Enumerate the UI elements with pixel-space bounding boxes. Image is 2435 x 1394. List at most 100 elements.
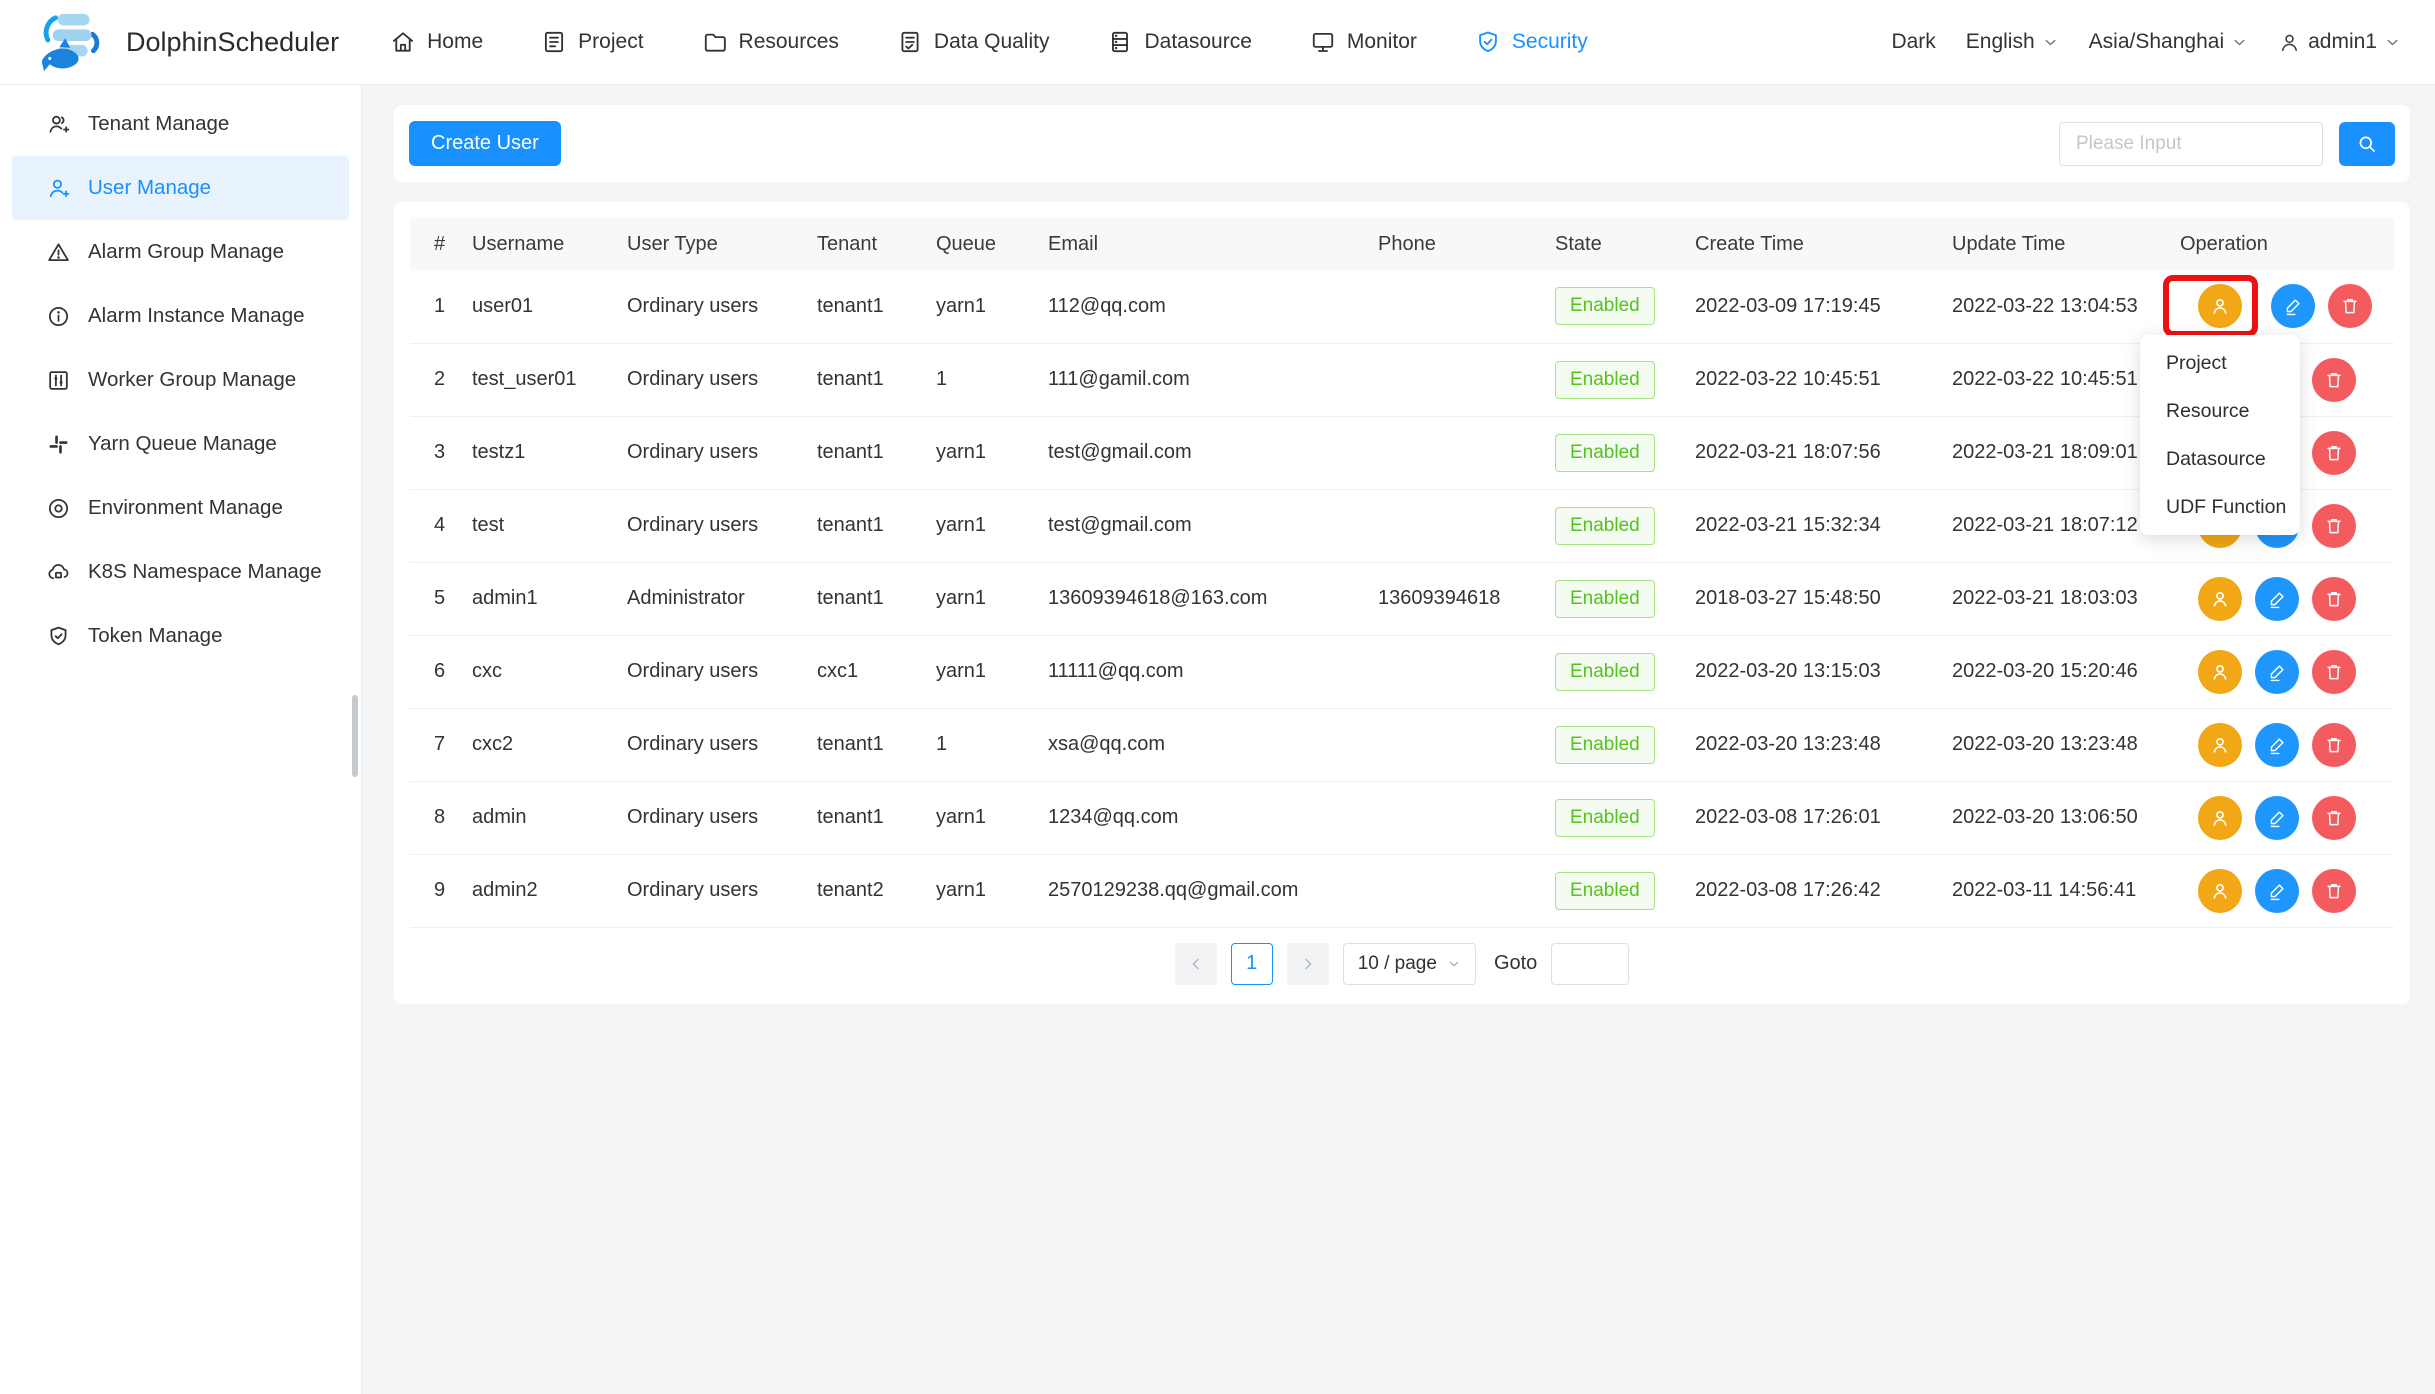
cell-phone xyxy=(1364,781,1541,854)
status-badge: Enabled xyxy=(1555,507,1655,545)
worker-group-icon xyxy=(46,368,71,393)
create-user-button[interactable]: Create User xyxy=(409,121,561,166)
theme-toggle[interactable]: Dark xyxy=(1891,30,1935,54)
menu-item-udf-function[interactable]: UDF Function xyxy=(2140,483,2300,531)
col-user-type: User Type xyxy=(613,218,803,270)
search-button[interactable] xyxy=(2339,122,2395,166)
cell-queue: 1 xyxy=(922,708,1034,781)
cell-user-type: Ordinary users xyxy=(613,854,803,927)
status-badge: Enabled xyxy=(1555,361,1655,399)
col-phone: Phone xyxy=(1364,218,1541,270)
authorize-user-button[interactable] xyxy=(2198,723,2242,767)
authorize-user-button[interactable] xyxy=(2198,577,2242,621)
search-input[interactable] xyxy=(2059,122,2323,166)
cell-update-time: 2022-03-21 18:07:12 xyxy=(1938,489,2166,562)
cell-create-time: 2022-03-08 17:26:42 xyxy=(1681,854,1938,927)
chevron-right-icon xyxy=(1299,955,1317,973)
edit-user-button[interactable] xyxy=(2255,577,2299,621)
sidebar-scrollbar-thumb[interactable] xyxy=(352,695,358,777)
menu-item-project[interactable]: Project xyxy=(2140,339,2300,387)
sidebar-item-worker-group-manage[interactable]: Worker Group Manage xyxy=(12,348,349,412)
delete-user-button[interactable] xyxy=(2312,650,2356,694)
timezone-label: Asia/Shanghai xyxy=(2089,30,2224,54)
sidebar-item-tenant-manage[interactable]: Tenant Manage xyxy=(12,92,349,156)
cell-create-time: 2022-03-09 17:19:45 xyxy=(1681,270,1938,343)
table-row: 2 test_user01 Ordinary users tenant1 1 1… xyxy=(410,343,2394,416)
timezone-select[interactable]: Asia/Shanghai xyxy=(2089,30,2248,54)
status-badge: Enabled xyxy=(1555,434,1655,472)
cell-email: 1234@qq.com xyxy=(1034,781,1364,854)
cell-index: 4 xyxy=(410,489,458,562)
cell-create-time: 2022-03-21 15:32:34 xyxy=(1681,489,1938,562)
sidebar-item-label: User Manage xyxy=(88,176,211,200)
cell-create-time: 2022-03-21 18:07:56 xyxy=(1681,416,1938,489)
language-select[interactable]: English xyxy=(1966,30,2059,54)
delete-user-button[interactable] xyxy=(2312,869,2356,913)
cell-tenant: tenant1 xyxy=(803,270,922,343)
delete-user-button[interactable] xyxy=(2312,504,2356,548)
cell-phone xyxy=(1364,854,1541,927)
user-menu[interactable]: admin1 xyxy=(2278,30,2401,54)
delete-user-button[interactable] xyxy=(2312,358,2356,402)
topnav-menu: Home Project Resources Data Quality Data… xyxy=(361,0,1617,85)
delete-user-button[interactable] xyxy=(2328,284,2372,328)
page-number-1[interactable]: 1 xyxy=(1231,943,1273,985)
delete-user-button[interactable] xyxy=(2312,723,2356,767)
sidebar-item-environment-manage[interactable]: Environment Manage xyxy=(12,476,349,540)
cell-operation xyxy=(2166,708,2394,781)
nav-item-project[interactable]: Project xyxy=(512,0,672,85)
nav-item-label: Datasource xyxy=(1144,30,1251,54)
sidebar-item-alarm-group-manage[interactable]: Alarm Group Manage xyxy=(12,220,349,284)
authorize-user-button[interactable] xyxy=(2198,869,2242,913)
cell-state: Enabled xyxy=(1541,270,1681,343)
cell-queue: 1 xyxy=(922,343,1034,416)
delete-user-button[interactable] xyxy=(2312,431,2356,475)
cell-email: 11111@qq.com xyxy=(1034,635,1364,708)
cell-index: 6 xyxy=(410,635,458,708)
menu-item-resource[interactable]: Resource xyxy=(2140,387,2300,435)
edit-user-button[interactable] xyxy=(2255,650,2299,694)
delete-user-button[interactable] xyxy=(2312,796,2356,840)
nav-item-security[interactable]: Security xyxy=(1446,0,1617,85)
prev-page-button[interactable] xyxy=(1175,943,1217,985)
nav-item-data-quality[interactable]: Data Quality xyxy=(868,0,1079,85)
cell-username: user01 xyxy=(458,270,613,343)
authorize-user-button[interactable] xyxy=(2198,650,2242,694)
next-page-button[interactable] xyxy=(1287,943,1329,985)
app-title: DolphinScheduler xyxy=(126,27,339,58)
table-row: 7 cxc2 Ordinary users tenant1 1 xsa@qq.c… xyxy=(410,708,2394,781)
edit-user-button[interactable] xyxy=(2255,869,2299,913)
home-icon xyxy=(390,29,416,55)
cell-operation: ProjectResourceDatasourceUDF Function xyxy=(2166,270,2394,343)
authorize-user-button[interactable] xyxy=(2198,284,2242,328)
nav-item-monitor[interactable]: Monitor xyxy=(1281,0,1446,85)
menu-item-datasource[interactable]: Datasource xyxy=(2140,435,2300,483)
page-size-select[interactable]: 10 / page xyxy=(1343,943,1476,985)
edit-user-button[interactable] xyxy=(2255,796,2299,840)
status-badge: Enabled xyxy=(1555,872,1655,910)
edit-pencil-icon xyxy=(2282,295,2304,317)
authorize-user-icon xyxy=(2209,661,2231,683)
trash-icon xyxy=(2323,734,2345,756)
goto-page-input[interactable] xyxy=(1551,943,1629,985)
delete-user-button[interactable] xyxy=(2312,577,2356,621)
cell-user-type: Ordinary users xyxy=(613,781,803,854)
nav-item-datasource[interactable]: Datasource xyxy=(1078,0,1280,85)
cell-username: cxc2 xyxy=(458,708,613,781)
nav-item-home[interactable]: Home xyxy=(361,0,512,85)
cell-create-time: 2022-03-20 13:23:48 xyxy=(1681,708,1938,781)
cell-email: 2570129238.qq@gmail.com xyxy=(1034,854,1364,927)
sidebar-item-k8s-namespace-manage[interactable]: K8S Namespace Manage xyxy=(12,540,349,604)
sidebar-items: Tenant Manage User Manage Alarm Group Ma… xyxy=(0,92,361,668)
nav-item-resources[interactable]: Resources xyxy=(673,0,868,85)
edit-user-button[interactable] xyxy=(2271,284,2315,328)
highlight-rectangle xyxy=(2163,275,2258,337)
authorize-user-button[interactable] xyxy=(2198,796,2242,840)
sidebar-item-yarn-queue-manage[interactable]: Yarn Queue Manage xyxy=(12,412,349,476)
edit-user-button[interactable] xyxy=(2255,723,2299,767)
sidebar-item-user-manage[interactable]: User Manage xyxy=(12,156,349,220)
sidebar-item-token-manage[interactable]: Token Manage xyxy=(12,604,349,668)
sidebar-item-alarm-instance-manage[interactable]: Alarm Instance Manage xyxy=(12,284,349,348)
col-operation: Operation xyxy=(2166,218,2394,270)
trash-icon xyxy=(2323,369,2345,391)
